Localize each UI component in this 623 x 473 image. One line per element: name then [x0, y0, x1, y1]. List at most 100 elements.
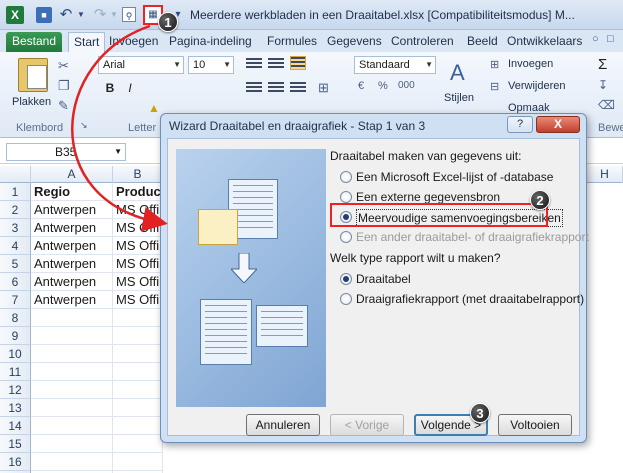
styles-icon[interactable]: A	[450, 60, 465, 86]
row-header[interactable]: 12	[0, 381, 31, 399]
table-cell[interactable]: Antwerpen	[31, 201, 113, 219]
table-cell[interactable]	[113, 309, 163, 327]
cut-icon[interactable]: ✂	[58, 58, 69, 74]
table-cell[interactable]: Antwerpen	[31, 237, 113, 255]
table-cell[interactable]: Antwerpen	[31, 219, 113, 237]
fill-color-icon[interactable]: ▲	[146, 100, 162, 116]
table-cell[interactable]	[31, 417, 113, 435]
row-header[interactable]: 2	[0, 201, 31, 219]
table-cell[interactable]	[31, 327, 113, 345]
delete-cells-button[interactable]: Verwijderen	[508, 80, 565, 92]
help-button[interactable]: ?	[507, 116, 533, 133]
row-header[interactable]: 5	[0, 255, 31, 273]
name-box[interactable]: B35 ▼	[6, 143, 126, 161]
clear-icon[interactable]: ⌫	[598, 98, 615, 112]
cancel-button[interactable]: Annuleren	[246, 414, 320, 436]
align-center-icon[interactable]	[268, 82, 284, 96]
table-cell[interactable]	[113, 453, 163, 471]
save-icon[interactable]: ■	[36, 7, 52, 23]
table-cell[interactable]: Antwerpen	[31, 255, 113, 273]
table-cell[interactable]	[31, 363, 113, 381]
table-cell[interactable]	[113, 363, 163, 381]
table-cell[interactable]: Regio	[31, 183, 113, 201]
percent-icon[interactable]: %	[378, 80, 388, 92]
font-name-combo[interactable]: Arial ▼	[98, 56, 184, 74]
row-header[interactable]: 4	[0, 237, 31, 255]
row-header[interactable]: 11	[0, 363, 31, 381]
table-cell[interactable]: Antwerpen	[31, 291, 113, 309]
delete-cells-icon[interactable]: ⊟	[490, 80, 499, 93]
tab-ontwikkelaars[interactable]: Ontwikkelaars	[502, 32, 587, 52]
align-top-icon[interactable]	[246, 58, 262, 72]
radio-button[interactable]	[340, 293, 352, 305]
table-cell[interactable]: MS Offi	[113, 291, 163, 309]
table-cell[interactable]	[31, 345, 113, 363]
number-format-combo[interactable]: Standaard ▼	[354, 56, 436, 74]
redo-dropdown-icon[interactable]: ▼	[106, 7, 122, 23]
align-bottom-icon[interactable]	[290, 56, 306, 70]
row-header[interactable]: 13	[0, 399, 31, 417]
currency-icon[interactable]: €	[358, 80, 364, 92]
paste-icon[interactable]	[18, 58, 48, 92]
help-icon[interactable]: ○	[592, 33, 599, 45]
table-cell[interactable]	[31, 309, 113, 327]
format-painter-icon[interactable]: ✎	[58, 98, 69, 114]
tab-beeld[interactable]: Beeld	[462, 32, 503, 52]
tab-file[interactable]: Bestand	[6, 32, 62, 52]
table-cell[interactable]	[31, 453, 113, 471]
table-cell[interactable]	[113, 399, 163, 417]
column-header-b[interactable]: B	[113, 166, 163, 183]
table-cell[interactable]: Antwerpen	[31, 273, 113, 291]
bold-button[interactable]: B	[102, 80, 118, 96]
tab-pagina-indeling[interactable]: Pagina-indeling	[164, 32, 257, 52]
tab-gegevens[interactable]: Gegevens	[322, 32, 387, 52]
autosum-icon[interactable]: Σ	[598, 56, 607, 73]
thousands-separator-icon[interactable]: 000	[398, 80, 415, 91]
tab-controleren[interactable]: Controleren	[386, 32, 459, 52]
select-all-corner[interactable]	[0, 166, 31, 183]
radio-button[interactable]	[340, 191, 352, 203]
row-header[interactable]: 8	[0, 309, 31, 327]
excel-app-icon[interactable]: X	[6, 6, 24, 24]
tab-invoegen[interactable]: Invoegen	[104, 32, 163, 52]
table-cell[interactable]	[113, 381, 163, 399]
insert-cells-button[interactable]: Invoegen	[508, 58, 553, 70]
tab-formules[interactable]: Formules	[262, 32, 322, 52]
table-cell[interactable]	[113, 435, 163, 453]
insert-cells-icon[interactable]: ⊞	[490, 58, 499, 71]
fill-down-icon[interactable]: ↧	[598, 78, 608, 92]
tab-start[interactable]: Start	[68, 32, 106, 52]
column-header-h[interactable]: H	[586, 166, 623, 183]
align-right-icon[interactable]	[290, 82, 306, 96]
row-header[interactable]: 7	[0, 291, 31, 309]
merge-cells-icon[interactable]: ⊞	[318, 80, 329, 96]
font-size-combo[interactable]: 10 ▼	[188, 56, 234, 74]
table-cell[interactable]	[113, 345, 163, 363]
table-cell[interactable]: MS Offi	[113, 255, 163, 273]
undo-dropdown-icon[interactable]: ▼	[73, 7, 89, 23]
row-header[interactable]: 15	[0, 435, 31, 453]
row-header[interactable]: 3	[0, 219, 31, 237]
table-cell[interactable]	[31, 381, 113, 399]
row-header[interactable]: 1	[0, 183, 31, 201]
italic-button[interactable]: I	[122, 80, 138, 96]
undo-icon[interactable]: ↶	[58, 7, 74, 23]
table-cell[interactable]: MS Offi	[113, 273, 163, 291]
styles-label[interactable]: Stijlen	[444, 92, 474, 104]
clipboard-launcher-icon[interactable]: ↘	[80, 120, 88, 131]
table-cell[interactable]: MS Offi	[113, 219, 163, 237]
table-cell[interactable]	[31, 399, 113, 417]
radio-button[interactable]	[340, 273, 352, 285]
row-header[interactable]: 9	[0, 327, 31, 345]
column-header-a[interactable]: A	[31, 166, 113, 183]
table-cell[interactable]	[31, 435, 113, 453]
table-cell[interactable]	[113, 417, 163, 435]
paste-label[interactable]: Plakken	[12, 96, 51, 108]
row-header[interactable]: 10	[0, 345, 31, 363]
finish-button[interactable]: Voltooien	[498, 414, 572, 436]
close-button[interactable]: X	[536, 116, 580, 133]
table-cell[interactable]: MS Offi	[113, 237, 163, 255]
row-header[interactable]: 6	[0, 273, 31, 291]
row-header[interactable]: 16	[0, 453, 31, 471]
table-cell[interactable]: MS Offi	[113, 201, 163, 219]
